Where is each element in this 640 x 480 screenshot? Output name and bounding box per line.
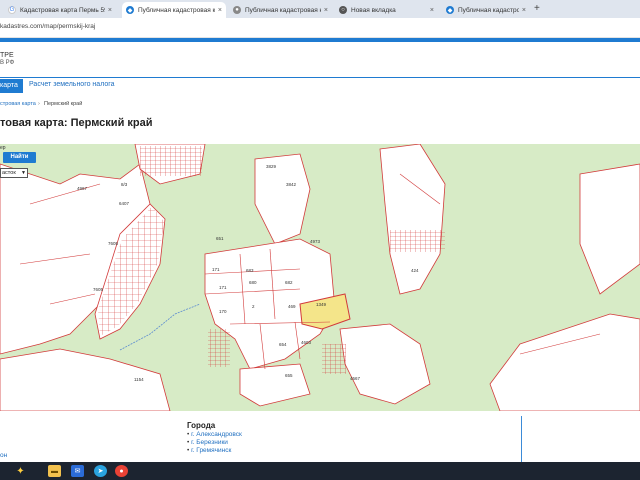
parcel-label: 3842: [286, 182, 297, 187]
breadcrumb-separator: ›: [38, 101, 40, 107]
parcel-area-middle-south: [239, 363, 311, 407]
parcel-label: 171: [212, 267, 220, 272]
cities-block: Города г. Александровск г. Березники г. …: [187, 421, 242, 455]
parcel-label: 651: [216, 236, 224, 241]
newtab-icon: ○: [339, 6, 347, 14]
browser-tab-5[interactable]: ◆ Публичная кадастровая карта ×: [442, 2, 530, 18]
mail-icon[interactable]: ✉: [71, 465, 84, 477]
file-explorer-icon[interactable]: ▬: [48, 465, 61, 477]
new-tab-button[interactable]: +: [534, 3, 540, 14]
screen: { "browser": { "tabs": [ {"title": "Када…: [0, 0, 640, 480]
close-tab-icon[interactable]: ×: [430, 7, 434, 14]
column-divider: [521, 416, 522, 462]
allotment-grid: [208, 329, 230, 367]
breadcrumb-current: Пермский край: [44, 101, 83, 107]
settlement-grid-top: [140, 146, 202, 176]
google-icon: G: [8, 6, 16, 14]
search-label: ер: [0, 145, 6, 151]
os-taskbar: ✦ ▬ ✉ ➤ ●: [0, 462, 640, 480]
parcel-label: 8/3: [121, 182, 128, 187]
parcel-label: 7605: [93, 287, 104, 292]
close-tab-icon[interactable]: ×: [218, 7, 222, 14]
map-watermark: иан: [505, 371, 559, 404]
parcel-label: 682: [285, 280, 293, 285]
browser-tab-bar: G Кадастровая карта Пермь 59... × ◆ Публ…: [0, 0, 640, 18]
browser-tab-1[interactable]: G Кадастровая карта Пермь 59... ×: [4, 2, 116, 18]
nav-divider: [0, 77, 640, 78]
browser-tab-3[interactable]: ● Публичная кадастровая карта ×: [229, 2, 332, 18]
layer-select-value: асток: [2, 170, 16, 176]
city-link[interactable]: г. Березники: [187, 439, 242, 447]
parcel-area-north-center: [254, 153, 311, 245]
nav-map-tab[interactable]: карта: [0, 79, 23, 93]
strip-parcels: [390, 230, 445, 252]
header-accent-line: [0, 38, 640, 42]
url-text[interactable]: kadastres.com/map/permskij-kraj: [0, 23, 95, 30]
cities-list: г. Александровск г. Березники г. Гремячи…: [187, 431, 242, 455]
parcel-label: 7605: [108, 241, 119, 246]
parcel-label: 2: [252, 304, 255, 309]
cities-title: Города: [187, 421, 216, 430]
breadcrumb-parent[interactable]: стровая карта: [0, 101, 36, 107]
allotment-grid-small: [322, 344, 346, 374]
close-tab-icon[interactable]: ×: [108, 7, 112, 14]
city-link[interactable]: г. Гремячинск: [187, 447, 242, 455]
search-button[interactable]: Найти: [3, 152, 36, 163]
parcel-label: 680: [249, 280, 257, 285]
page-title: товая карта: Пермский край: [0, 117, 153, 129]
parcel-label: 655: [285, 373, 293, 378]
chrome-icon[interactable]: ●: [115, 465, 128, 477]
parcel-label: 654: [279, 342, 287, 347]
parcel-label: 3829: [266, 164, 277, 169]
browser-tab-2[interactable]: ◆ Публичная кадастровая карта ×: [122, 2, 226, 18]
site-logo-line1[interactable]: ТРЕ: [0, 52, 14, 59]
parcel-area-south: [339, 323, 431, 405]
layer-select[interactable]: асток ▼: [0, 168, 28, 178]
copilot-icon[interactable]: ✦: [14, 465, 27, 477]
parcel-label: 1154: [134, 377, 144, 382]
parcel-area-far-east: [579, 163, 640, 295]
parcel-label: 4567: [350, 376, 361, 381]
close-tab-icon[interactable]: ×: [324, 7, 328, 14]
parcel-label: 469: [288, 304, 296, 309]
cadastral-map[interactable]: 4967 6407 7605 7605 8/3 3829 3842 171 68…: [0, 144, 640, 411]
map-icon: ◆: [446, 6, 454, 14]
city-link[interactable]: г. Александровск: [187, 431, 242, 439]
map-icon: ◆: [126, 6, 134, 14]
telegram-icon[interactable]: ➤: [94, 465, 107, 477]
parcel-label: 683: [246, 268, 254, 273]
parcel-label: 424: [411, 268, 419, 273]
parcel-label: 4973: [310, 239, 321, 244]
footer-link[interactable]: он: [0, 452, 7, 459]
browser-tab-4[interactable]: ○ Новая вкладка ×: [335, 2, 438, 18]
parcel-label: 170: [219, 309, 227, 314]
parcel-area-southwest: [0, 348, 171, 411]
parcel-label: 4967: [77, 186, 88, 191]
chevron-down-icon: ▼: [21, 170, 26, 176]
globe-icon: ●: [233, 6, 241, 14]
parcel-label: 6407: [119, 201, 130, 206]
nav-tax-link[interactable]: Расчет земельного налога: [29, 81, 115, 88]
address-bar[interactable]: kadastres.com/map/permskij-kraj: [0, 18, 640, 38]
parcel-label: 1349: [316, 302, 327, 307]
parcel-label: 171: [219, 285, 227, 290]
site-logo-line2[interactable]: В РФ: [0, 60, 14, 66]
close-tab-icon[interactable]: ×: [522, 7, 526, 14]
parcel-label: 4603: [301, 340, 312, 345]
